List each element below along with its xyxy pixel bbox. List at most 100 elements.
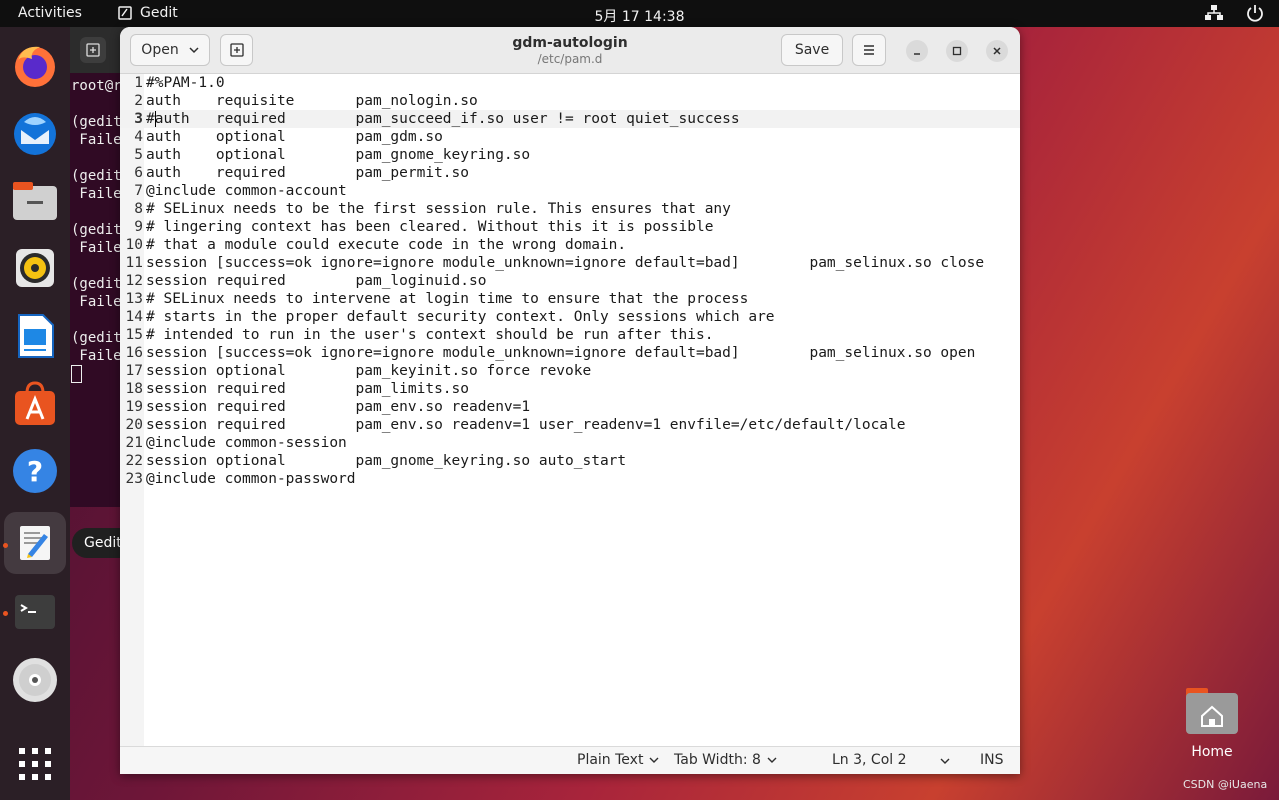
line-number: 21 [125,435,143,451]
gedit-icon [20,526,50,560]
editor-line[interactable]: 11 session [success=ok ignore=ignore modu… [120,254,1020,272]
gedit-dock-item[interactable] [4,512,66,574]
editor-line[interactable]: 3 #auth required pam_succeed_if.so user !… [120,110,1020,128]
line-number: 9 [134,219,143,235]
terminal-cursor [71,365,82,383]
editor-line[interactable]: 20 session required pam_env.so readenv=1 … [120,416,1020,434]
thunderbird-icon[interactable] [10,108,60,158]
line-text: session required pam_loginuid.so [146,273,487,289]
line-number: 18 [125,381,143,397]
editor-line[interactable]: 21 @include common-session [120,434,1020,452]
editor-line[interactable]: 4 auth optional pam_gdm.so [120,128,1020,146]
line-text: #%PAM-1.0 [146,75,225,91]
editor-line[interactable]: 13 # SELinux needs to intervene at login … [120,290,1020,308]
home-label: Home [1191,744,1233,760]
editor-line[interactable]: 17 session optional pam_keyinit.so force … [120,362,1020,380]
network-icon[interactable] [1204,4,1224,22]
line-text: # SELinux needs to be the first session … [146,201,731,217]
editor-line[interactable]: 15 # intended to run in the user's contex… [120,326,1020,344]
editor-line[interactable]: 12 session required pam_loginuid.so [120,272,1020,290]
line-text: auth requisite pam_nologin.so [146,93,478,109]
line-number: 7 [134,183,143,199]
app-menu[interactable]: Gedit [118,5,178,21]
line-number: 22 [125,453,143,469]
tab-width-selector[interactable]: Tab Width: 8 [674,752,777,768]
firefox-icon[interactable] [10,41,60,91]
maximize-icon [952,46,962,56]
cursor-position-selector[interactable]: Ln 3, Col 2 [832,752,907,768]
svg-text:?: ? [27,455,43,488]
chevron-down-icon[interactable] [940,756,950,766]
language-selector[interactable]: Plain Text [577,752,659,768]
editor-line[interactable]: 1 #%PAM-1.0 [120,74,1020,92]
line-text: # SELinux needs to intervene at login ti… [146,291,749,307]
editor-line[interactable]: 7 @include common-account [120,182,1020,200]
line-number: 17 [125,363,143,379]
close-button[interactable] [986,40,1008,62]
power-icon[interactable] [1245,4,1265,22]
line-number: 12 [125,273,143,289]
line-number: 16 [125,345,143,361]
minimize-icon [914,53,920,55]
help-icon[interactable]: ? [10,446,60,496]
new-tab-button[interactable] [220,34,253,66]
editor-line[interactable]: 10 # that a module could execute code in … [120,236,1020,254]
line-number: 4 [134,129,143,145]
editor-line[interactable]: 16 session [success=ok ignore=ignore modu… [120,344,1020,362]
activities-button[interactable]: Activities [18,5,82,21]
terminal-running-indicator [3,611,8,616]
line-text: # lingering context has been cleared. Wi… [146,219,714,235]
home-folder-desktop-icon[interactable]: Home [1180,682,1244,768]
tab-width-label: Tab Width: 8 [674,752,761,768]
line-text: session required pam_limits.so [146,381,470,397]
open-button-label: Open [141,42,179,58]
dock: ? [0,27,70,800]
maximize-button[interactable] [946,40,968,62]
line-number: 10 [125,237,143,253]
editor-line[interactable]: 6 auth required pam_permit.so [120,164,1020,182]
show-apps-icon[interactable] [10,739,60,789]
open-button[interactable]: Open [130,34,210,66]
status-bar: Plain Text Tab Width: 8 Ln 3, Col 2 INS [120,746,1020,774]
line-number: 8 [134,201,143,217]
line-text: @include common-account [146,183,347,199]
menu-button[interactable] [852,34,886,66]
chevron-down-icon [649,757,659,763]
line-text: session required pam_env.so readenv=1 us… [146,417,906,433]
new-tab-icon [229,43,244,57]
line-number: 19 [125,399,143,415]
editor-line[interactable]: 14 # starts in the proper default securit… [120,308,1020,326]
line-text: session [success=ok ignore=ignore module… [146,345,976,361]
editor-line[interactable]: 8 # SELinux needs to be the first session… [120,200,1020,218]
libreoffice-writer-icon[interactable] [10,311,60,361]
editor-line[interactable]: 5 auth optional pam_gnome_keyring.so [120,146,1020,164]
top-bar: Activities Gedit 5月 17 14:38 [0,0,1279,27]
files-icon[interactable] [10,176,60,226]
editor-line[interactable]: 18 session required pam_limits.so [120,380,1020,398]
editor-line[interactable]: 19 session required pam_env.so readenv=1 [120,398,1020,416]
rhythmbox-icon[interactable] [10,243,60,293]
gedit-window: Open gdm-autologin /etc/pam.d Save 1 #%PA… [120,27,1020,774]
terminal-icon[interactable] [10,587,60,637]
line-text: session [success=ok ignore=ignore module… [146,255,985,271]
line-number: 20 [125,417,143,433]
text-editor[interactable]: 1 #%PAM-1.0 2 auth requisite pam_nologin.so… [120,74,1020,746]
editor-line[interactable]: 22 session optional pam_gnome_keyring.so … [120,452,1020,470]
line-text: auth optional pam_gdm.so [146,129,443,145]
terminal-new-tab-button[interactable] [80,37,106,63]
editor-line[interactable]: 23 @include common-password [120,470,1020,488]
insert-mode-indicator[interactable]: INS [980,752,1004,768]
save-button[interactable]: Save [781,34,843,66]
line-text: session optional pam_gnome_keyring.so au… [146,453,627,469]
minimize-button[interactable] [906,40,928,62]
editor-line[interactable]: 2 auth requisite pam_nologin.so [120,92,1020,110]
clock[interactable]: 5月 17 14:38 [595,9,685,25]
editor-line[interactable]: 9 # lingering context has been cleared. W… [120,218,1020,236]
language-label: Plain Text [577,752,644,768]
line-text: auth optional pam_gnome_keyring.so [146,147,531,163]
line-text: auth required pam_permit.so [146,165,470,181]
app-center-icon[interactable] [10,379,60,429]
line-text: session optional pam_keyinit.so force re… [146,363,592,379]
dvd-icon[interactable] [10,655,60,705]
line-number: 3 [134,111,143,127]
